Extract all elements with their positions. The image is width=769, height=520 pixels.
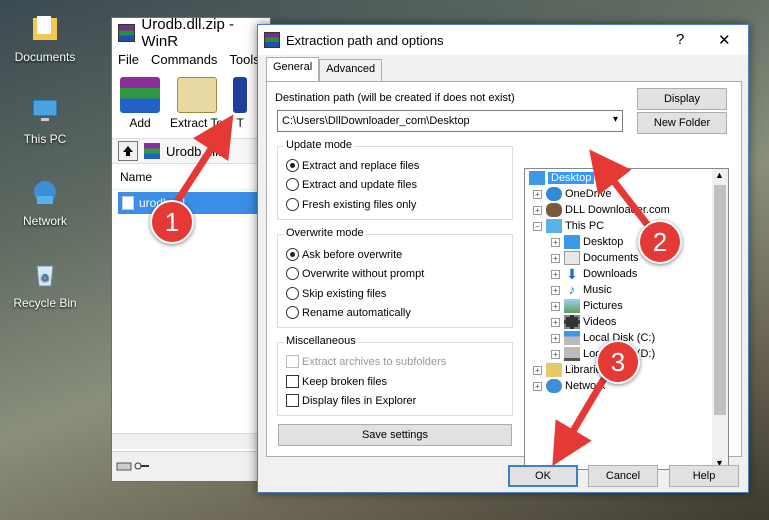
callout-arrow-3	[552, 368, 612, 467]
callout-badge-3: 3	[596, 340, 640, 384]
callout-badge-2: 2	[638, 220, 682, 264]
callout-badge-1: 1	[150, 200, 194, 244]
callout-arrow-2	[589, 149, 654, 232]
callout-arrow-1	[174, 114, 234, 204]
